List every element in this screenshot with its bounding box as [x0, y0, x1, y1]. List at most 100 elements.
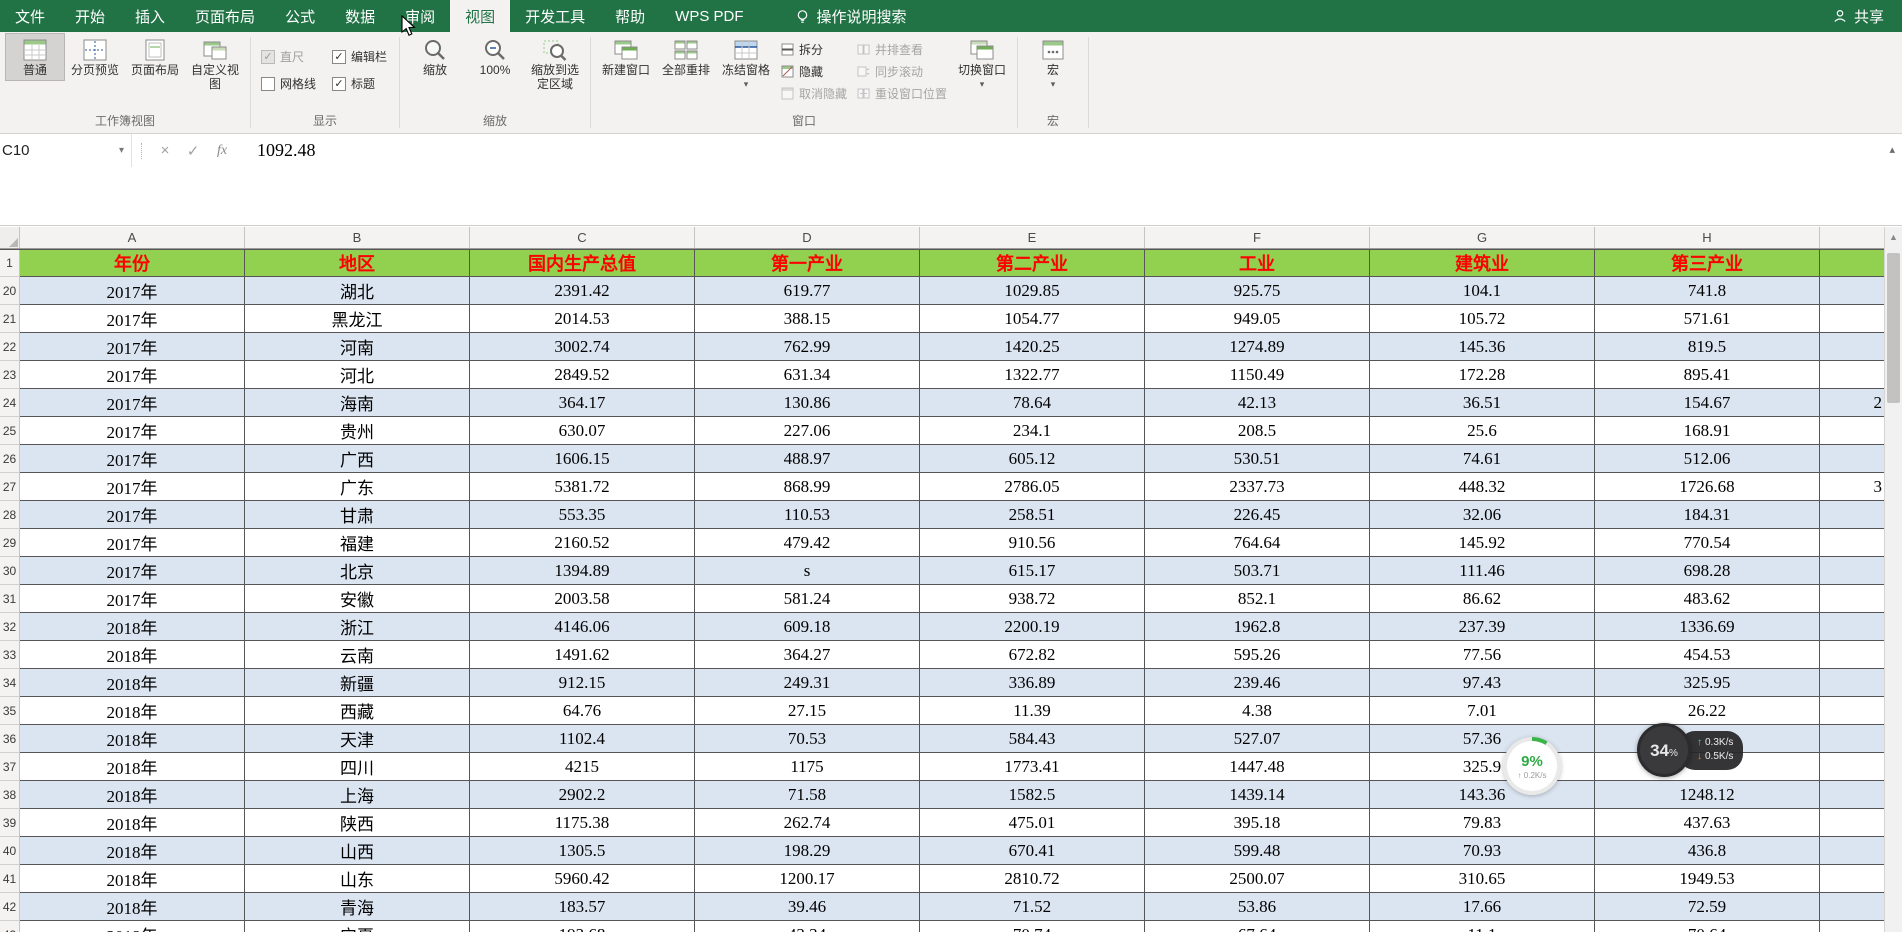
- cell-G43[interactable]: 11.1: [1370, 921, 1595, 932]
- row-header-31[interactable]: 31: [0, 585, 20, 613]
- checkbox-checked-icon[interactable]: [332, 50, 346, 64]
- cell-partial-41[interactable]: [1820, 865, 1884, 893]
- cell-D38[interactable]: 71.58: [695, 781, 920, 809]
- cell-H27[interactable]: 1726.68: [1595, 473, 1820, 501]
- cell-H33[interactable]: 454.53: [1595, 641, 1820, 669]
- cell-G22[interactable]: 145.36: [1370, 333, 1595, 361]
- cell-B39[interactable]: 陕西: [245, 809, 470, 837]
- cell-G21[interactable]: 105.72: [1370, 305, 1595, 333]
- cell-E29[interactable]: 910.56: [920, 529, 1145, 557]
- name-box[interactable]: C10 ▾: [0, 134, 132, 167]
- cell-partial-1[interactable]: [1820, 250, 1884, 277]
- cell-F25[interactable]: 208.5: [1145, 417, 1370, 445]
- cell-B24[interactable]: 海南: [245, 389, 470, 417]
- cell-A33[interactable]: 2018年: [20, 641, 245, 669]
- cell-C25[interactable]: 630.07: [470, 417, 695, 445]
- cell-A25[interactable]: 2017年: [20, 417, 245, 445]
- cell-A26[interactable]: 2017年: [20, 445, 245, 473]
- insert-function-icon[interactable]: fx: [207, 143, 237, 159]
- cell-C33[interactable]: 1491.62: [470, 641, 695, 669]
- zoom-100-button[interactable]: 100%: [466, 34, 524, 80]
- cell-partial-25[interactable]: [1820, 417, 1884, 445]
- cell-partial-39[interactable]: [1820, 809, 1884, 837]
- cell-C40[interactable]: 1305.5: [470, 837, 695, 865]
- cell-C21[interactable]: 2014.53: [470, 305, 695, 333]
- cell-partial-33[interactable]: [1820, 641, 1884, 669]
- cell-B38[interactable]: 上海: [245, 781, 470, 809]
- cell-H40[interactable]: 436.8: [1595, 837, 1820, 865]
- cell-G34[interactable]: 97.43: [1370, 669, 1595, 697]
- cell-G41[interactable]: 310.65: [1370, 865, 1595, 893]
- cell-E42[interactable]: 71.52: [920, 893, 1145, 921]
- cell-D1[interactable]: 第一产业: [695, 250, 920, 277]
- cell-partial-30[interactable]: [1820, 557, 1884, 585]
- cell-F32[interactable]: 1962.8: [1145, 613, 1370, 641]
- cell-B28[interactable]: 甘肃: [245, 501, 470, 529]
- cell-F41[interactable]: 2500.07: [1145, 865, 1370, 893]
- cell-E38[interactable]: 1582.5: [920, 781, 1145, 809]
- cell-H32[interactable]: 1336.69: [1595, 613, 1820, 641]
- formula-bar-checkbox[interactable]: 编辑栏: [332, 48, 387, 65]
- cell-G31[interactable]: 86.62: [1370, 585, 1595, 613]
- column-header-C[interactable]: C: [470, 227, 695, 248]
- cell-G32[interactable]: 237.39: [1370, 613, 1595, 641]
- freeze-panes-button[interactable]: 冻结窗格 ▾: [717, 34, 775, 91]
- cell-partial-20[interactable]: [1820, 277, 1884, 305]
- cell-C1[interactable]: 国内生产总值: [470, 250, 695, 277]
- cell-C32[interactable]: 4146.06: [470, 613, 695, 641]
- cell-D25[interactable]: 227.06: [695, 417, 920, 445]
- cell-B22[interactable]: 河南: [245, 333, 470, 361]
- cell-B21[interactable]: 黑龙江: [245, 305, 470, 333]
- cell-F1[interactable]: 工业: [1145, 250, 1370, 277]
- cell-B27[interactable]: 广东: [245, 473, 470, 501]
- cell-A37[interactable]: 2018年: [20, 753, 245, 781]
- menu-tab-数据[interactable]: 数据: [330, 0, 390, 32]
- formula-bar-resize-handle[interactable]: [141, 143, 142, 159]
- cell-A36[interactable]: 2018年: [20, 725, 245, 753]
- checkbox-checked-icon[interactable]: [332, 77, 346, 91]
- cell-partial-32[interactable]: [1820, 613, 1884, 641]
- page-layout-view-button[interactable]: 页面布局: [126, 34, 184, 80]
- cell-E28[interactable]: 258.51: [920, 501, 1145, 529]
- share-button[interactable]: 共享: [1815, 0, 1902, 32]
- cell-G37[interactable]: 325.9: [1370, 753, 1595, 781]
- cell-C36[interactable]: 1102.4: [470, 725, 695, 753]
- row-header-28[interactable]: 28: [0, 501, 20, 529]
- cell-G33[interactable]: 77.56: [1370, 641, 1595, 669]
- row-header-42[interactable]: 42: [0, 893, 20, 921]
- macros-button[interactable]: 宏 ▾: [1024, 34, 1082, 91]
- cell-B30[interactable]: 北京: [245, 557, 470, 585]
- cell-F31[interactable]: 852.1: [1145, 585, 1370, 613]
- cell-F26[interactable]: 530.51: [1145, 445, 1370, 473]
- cell-G20[interactable]: 104.1: [1370, 277, 1595, 305]
- menu-tab-开始[interactable]: 开始: [60, 0, 120, 32]
- cell-partial-23[interactable]: [1820, 361, 1884, 389]
- cell-E35[interactable]: 11.39: [920, 697, 1145, 725]
- cell-H30[interactable]: 698.28: [1595, 557, 1820, 585]
- cell-C38[interactable]: 2902.2: [470, 781, 695, 809]
- menu-tab-公式[interactable]: 公式: [270, 0, 330, 32]
- cell-E36[interactable]: 584.43: [920, 725, 1145, 753]
- row-header-22[interactable]: 22: [0, 333, 20, 361]
- row-header-30[interactable]: 30: [0, 557, 20, 585]
- row-header-34[interactable]: 34: [0, 669, 20, 697]
- cell-E26[interactable]: 605.12: [920, 445, 1145, 473]
- row-header-27[interactable]: 27: [0, 473, 20, 501]
- cell-C26[interactable]: 1606.15: [470, 445, 695, 473]
- menu-tab-开发工具[interactable]: 开发工具: [510, 0, 600, 32]
- cell-E20[interactable]: 1029.85: [920, 277, 1145, 305]
- cell-F35[interactable]: 4.38: [1145, 697, 1370, 725]
- cell-C24[interactable]: 364.17: [470, 389, 695, 417]
- cell-A23[interactable]: 2017年: [20, 361, 245, 389]
- cell-B41[interactable]: 山东: [245, 865, 470, 893]
- custom-views-button[interactable]: 自定义视图: [186, 34, 244, 94]
- cell-A27[interactable]: 2017年: [20, 473, 245, 501]
- row-header-25[interactable]: 25: [0, 417, 20, 445]
- cell-H21[interactable]: 571.61: [1595, 305, 1820, 333]
- row-header-1[interactable]: 1: [0, 250, 20, 277]
- cell-F36[interactable]: 527.07: [1145, 725, 1370, 753]
- cell-E27[interactable]: 2786.05: [920, 473, 1145, 501]
- cell-partial-38[interactable]: [1820, 781, 1884, 809]
- cell-B32[interactable]: 浙江: [245, 613, 470, 641]
- cell-D32[interactable]: 609.18: [695, 613, 920, 641]
